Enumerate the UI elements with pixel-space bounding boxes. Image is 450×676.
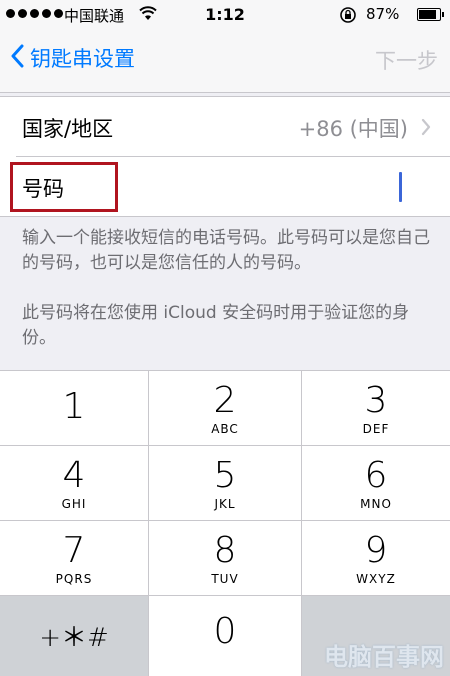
key-9-letters: WXYZ <box>356 572 396 586</box>
phone-form: 国家/地区 +86 (中国) 号码 <box>0 96 450 217</box>
key-8-digit: 8 <box>213 530 237 571</box>
next-button[interactable]: 下一步 <box>375 45 438 75</box>
key-9-digit: 9 <box>364 530 388 571</box>
navigation-bar: 钥匙串设置 下一步 <box>0 30 450 93</box>
key-4-digit: 4 <box>62 455 86 496</box>
key-3[interactable]: 3 DEF <box>302 371 450 446</box>
key-2-digit: 2 <box>213 380 237 421</box>
key-2[interactable]: 2 ABC <box>149 371 302 446</box>
key-4-letters: GHI <box>61 497 87 511</box>
text-cursor <box>399 172 402 202</box>
key-7-letters: PQRS <box>55 572 93 586</box>
key-5[interactable]: 5 JKL <box>149 446 302 521</box>
key-6-digit: 6 <box>364 455 388 496</box>
phone-number-field[interactable]: 号码 <box>10 156 450 216</box>
country-label: 国家/地区 <box>22 117 114 141</box>
help-text-2: 此号码将在您使用 iCloud 安全码时用于验证您的身份。 <box>22 303 410 348</box>
battery-fill <box>419 10 436 19</box>
help-text: 输入一个能接收短信的电话号码。此号码可以是您自己的号码，也可以是您信任的人的号码… <box>22 226 432 376</box>
key-4[interactable]: 4 GHI <box>0 446 149 521</box>
key-7-digit: 7 <box>62 530 86 571</box>
key-0[interactable]: 0 <box>149 596 302 676</box>
key-delete[interactable]: 电脑百事网 <box>302 596 450 676</box>
key-6[interactable]: 6 MNO <box>302 446 450 521</box>
rotation-lock-icon <box>339 6 357 28</box>
battery-icon <box>417 8 444 21</box>
numeric-keypad: 1 2 ABC 3 DEF 4 GHI 5 JKL 6 MNO 7 PQRS 8… <box>0 370 450 676</box>
key-9[interactable]: 9 WXYZ <box>302 521 450 596</box>
key-2-letters: ABC <box>211 422 239 436</box>
key-1[interactable]: 1 <box>0 371 149 446</box>
key-0-digit: 0 <box>213 611 237 652</box>
key-6-letters: MNO <box>360 497 392 511</box>
country-value: +86 (中国) <box>298 117 408 141</box>
key-8-letters: TUV <box>211 572 239 586</box>
key-symbols-label: +＊# <box>39 623 109 653</box>
phone-label: 号码 <box>22 177 64 201</box>
chevron-left-icon <box>10 44 24 73</box>
back-button-label: 钥匙串设置 <box>30 47 135 71</box>
key-3-digit: 3 <box>364 380 388 421</box>
watermark-text: 电脑百事网 <box>324 643 444 671</box>
key-8[interactable]: 8 TUV <box>149 521 302 596</box>
key-5-digit: 5 <box>213 455 237 496</box>
country-row[interactable]: 国家/地区 +86 (中国) <box>0 97 450 156</box>
chevron-right-icon <box>421 117 431 141</box>
back-button[interactable]: 钥匙串设置 <box>10 43 135 73</box>
key-symbols[interactable]: +＊# <box>0 596 149 676</box>
key-1-digit: 1 <box>62 386 86 427</box>
key-7[interactable]: 7 PQRS <box>0 521 149 596</box>
key-5-letters: JKL <box>214 497 236 511</box>
help-text-1: 输入一个能接收短信的电话号码。此号码可以是您自己的号码，也可以是您信任的人的号码… <box>22 228 430 273</box>
key-3-letters: DEF <box>362 422 390 436</box>
battery-percent: 87% <box>366 5 400 23</box>
status-bar: 中国联通 1:12 87% <box>0 0 450 30</box>
